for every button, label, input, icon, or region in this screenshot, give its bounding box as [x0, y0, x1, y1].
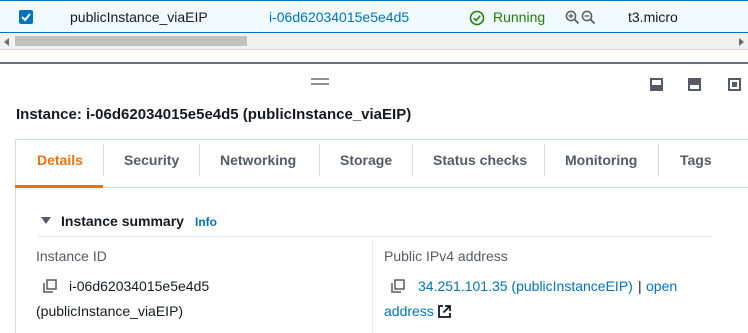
tab-separator: [544, 144, 545, 176]
tab-tags[interactable]: Tags: [680, 152, 712, 168]
instance-id-label: Instance ID: [36, 248, 107, 264]
scroll-right-arrow-icon[interactable]: [739, 38, 744, 46]
drag-handle-icon[interactable]: [311, 78, 329, 86]
instance-name: publicInstance_viaEIP: [70, 9, 208, 25]
instance-name-value: (publicInstance_viaEIP): [36, 303, 184, 319]
public-ipv4-label: Public IPv4 address: [384, 248, 508, 264]
caret-down-icon[interactable]: [41, 217, 51, 224]
open-address-link[interactable]: open: [646, 278, 677, 294]
status-text: Running: [493, 9, 546, 25]
horizontal-scrollbar[interactable]: [0, 33, 748, 50]
check-icon: [21, 13, 31, 22]
copy-icon[interactable]: [43, 279, 57, 293]
panel-top-position-icon[interactable]: [688, 78, 701, 91]
public-ipv4-link[interactable]: 34.251.101.35 (publicInstanceEIP): [418, 278, 633, 294]
instance-type: t3.micro: [628, 9, 678, 25]
scroll-left-arrow-icon[interactable]: [4, 38, 9, 46]
row-checkbox[interactable]: [19, 10, 33, 24]
instance-id-link[interactable]: i-06d62034015e5e4d5: [269, 9, 409, 25]
tab-details[interactable]: Details: [37, 152, 83, 168]
tabs-divider: [15, 187, 748, 188]
tab-networking[interactable]: Networking: [220, 152, 296, 168]
tab-monitoring[interactable]: Monitoring: [565, 152, 637, 168]
zoom-out-icon[interactable]: [581, 10, 596, 25]
tab-security[interactable]: Security: [124, 152, 179, 168]
external-link-icon[interactable]: [437, 304, 452, 319]
panel-full-position-icon[interactable]: [728, 78, 741, 91]
info-link[interactable]: Info: [195, 215, 217, 229]
tab-storage[interactable]: Storage: [340, 152, 392, 168]
success-check-icon: [469, 10, 485, 26]
split-panel-divider: [0, 62, 748, 64]
scrollbar-thumb[interactable]: [15, 36, 247, 46]
link-separator: |: [638, 278, 642, 294]
section-title-instance-summary[interactable]: Instance summary: [61, 213, 184, 229]
tab-separator: [658, 144, 659, 176]
copy-icon[interactable]: [391, 279, 405, 293]
zoom-in-icon[interactable]: [565, 10, 580, 25]
section-divider: [37, 236, 712, 237]
instance-id-value: i-06d62034015e5e4d5: [69, 278, 210, 294]
tab-separator: [319, 144, 320, 176]
panel-title: Instance: i-06d62034015e5e4d5 (publicIns…: [16, 106, 412, 123]
tab-status-checks[interactable]: Status checks: [433, 152, 527, 168]
column-divider: [372, 240, 373, 333]
active-tab-indicator: [15, 185, 103, 188]
panel-bottom-position-icon[interactable]: [650, 78, 663, 91]
instance-table-row[interactable]: publicInstance_viaEIP i-06d62034015e5e4d…: [0, 0, 748, 33]
open-address-link-continued[interactable]: address: [384, 303, 434, 319]
tab-separator: [199, 144, 200, 176]
tab-separator: [103, 144, 104, 176]
tab-separator: [412, 144, 413, 176]
